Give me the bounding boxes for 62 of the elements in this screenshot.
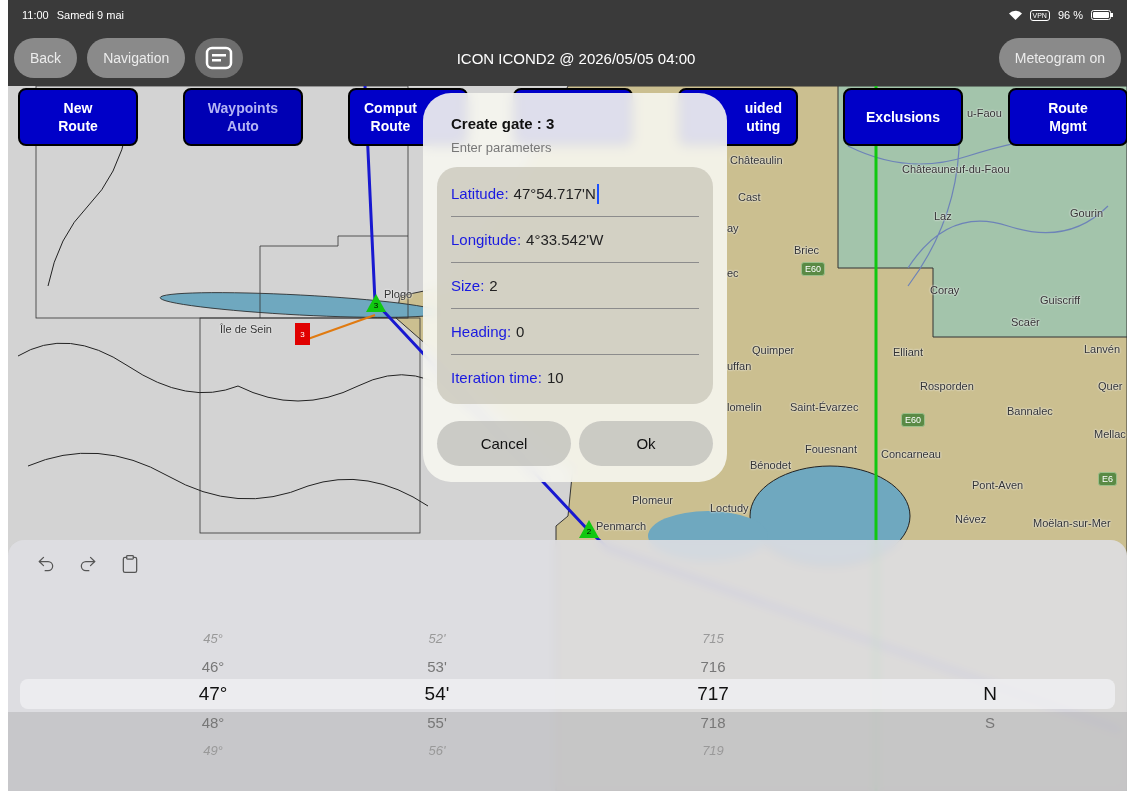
place-label: Plogo xyxy=(384,288,413,300)
place-label: Briec xyxy=(794,244,820,256)
road-badge: E60 xyxy=(801,262,825,276)
parameter-field[interactable]: Longitude: 4°33.542'W xyxy=(451,216,699,262)
message-list-button[interactable] xyxy=(195,38,244,78)
road-badge: E60 xyxy=(901,413,925,427)
place-label: Scaër xyxy=(1011,316,1040,328)
picker-item[interactable]: N xyxy=(983,680,997,708)
place-label: uffan xyxy=(727,360,752,372)
place-label: Guiscriff xyxy=(1040,294,1081,306)
place-label: Île de Sein xyxy=(220,323,272,335)
place-label: Rosporden xyxy=(920,380,974,392)
place-label: Quimper xyxy=(752,344,795,356)
place-label: Concarneau xyxy=(881,448,941,460)
status-time: 11:00 xyxy=(22,9,49,21)
parameter-field[interactable]: Size: 2 xyxy=(451,262,699,308)
place-label: ec xyxy=(727,267,739,279)
place-label: Fouesnant xyxy=(805,443,857,455)
place-label: Mellac xyxy=(1094,428,1126,440)
place-label: Lanvén xyxy=(1084,343,1121,355)
route-tool-button[interactable]: Route Mgmt xyxy=(1008,88,1127,146)
picker-item[interactable]: 47° xyxy=(198,680,228,708)
battery-level: 96 % xyxy=(1057,9,1083,21)
place-label: Névez xyxy=(955,513,987,525)
gate-marker[interactable]: 3 xyxy=(295,323,310,345)
battery-icon xyxy=(1091,10,1113,20)
place-label: Elliant xyxy=(893,346,923,358)
place-label: lomelin xyxy=(727,401,762,413)
dialog-button[interactable]: Cancel xyxy=(437,421,571,466)
dialog-button[interactable]: Ok xyxy=(579,421,713,466)
clipboard-icon[interactable] xyxy=(120,554,140,574)
place-label: Gourin xyxy=(1070,207,1104,219)
place-label: Plomeur xyxy=(632,494,673,506)
status-date: Samedi 9 mai xyxy=(56,9,124,21)
place-label: u-Faou xyxy=(967,107,1002,119)
picker-item[interactable]: 54' xyxy=(424,680,450,708)
route-tool-button[interactable]: New Route xyxy=(18,88,138,146)
redo-icon[interactable] xyxy=(78,554,98,574)
place-label: Bénodet xyxy=(750,459,791,471)
undo-icon[interactable] xyxy=(36,554,56,574)
place-label: Pont-Aven xyxy=(972,479,1024,491)
forecast-title: ICON ICOND2 @ 2026/05/05 04:00 xyxy=(455,49,697,67)
place-label: Quer xyxy=(1098,380,1123,392)
place-label: Penmarch xyxy=(596,520,647,532)
place-label: Saint-Évarzec xyxy=(790,401,859,413)
list-icon xyxy=(205,46,234,70)
parameter-field[interactable]: Iteration time: 10 xyxy=(451,354,699,400)
place-label: ay xyxy=(727,222,739,234)
road-badge: E6 xyxy=(1098,472,1117,486)
place-label: Coray xyxy=(930,284,960,296)
place-label: Loctudy xyxy=(710,502,749,514)
place-label: Châteaulin xyxy=(730,154,783,166)
place-label: Bannalec xyxy=(1007,405,1053,417)
place-label: Moëlan-sur-Mer xyxy=(1033,517,1111,529)
parameter-field[interactable]: Heading: 0 xyxy=(451,308,699,354)
parameter-field[interactable]: Latitude: 47°54.717'N xyxy=(451,171,699,216)
picker-item[interactable]: 717 xyxy=(697,680,729,708)
place-label: Laz xyxy=(934,210,952,222)
place-label: Châteauneuf-du-Faou xyxy=(902,163,1010,175)
place-label: Cast xyxy=(738,191,761,203)
wifi-icon xyxy=(1008,10,1022,20)
route-tool-button[interactable]: Exclusions xyxy=(843,88,963,146)
